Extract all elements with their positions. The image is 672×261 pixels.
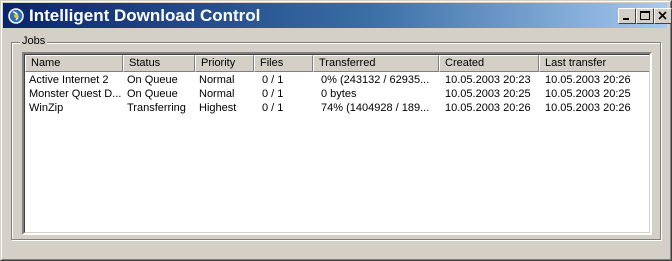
column-header-last-transfer[interactable]: Last transfer bbox=[539, 55, 649, 72]
list-header: Name Status Priority Files Transferred C… bbox=[25, 55, 649, 72]
title-bar[interactable]: Intelligent Download Control bbox=[3, 3, 672, 28]
job-last-transfer: 10.05.2003 20:26 bbox=[545, 74, 631, 86]
jobs-list-frame: Name Status Priority Files Transferred C… bbox=[24, 54, 650, 233]
job-created: 10.05.2003 20:26 bbox=[445, 102, 531, 114]
column-header-transferred[interactable]: Transferred bbox=[313, 55, 439, 72]
column-header-status[interactable]: Status bbox=[123, 55, 195, 72]
job-transferred: 74% (1404928 / 189... bbox=[321, 102, 430, 114]
jobs-list[interactable]: Name Status Priority Files Transferred C… bbox=[22, 52, 652, 235]
table-row[interactable]: WinZip Transferring Highest 0 / 1 74% (1… bbox=[25, 101, 649, 115]
column-header-created[interactable]: Created bbox=[439, 55, 539, 72]
job-name: Active Internet 2 bbox=[29, 74, 109, 86]
job-created: 10.05.2003 20:25 bbox=[445, 88, 531, 100]
job-last-transfer: 10.05.2003 20:25 bbox=[545, 88, 631, 100]
maximize-button[interactable] bbox=[636, 8, 654, 24]
jobs-group-label: Jobs bbox=[20, 35, 48, 48]
job-priority: Normal bbox=[199, 88, 235, 100]
job-status: Transferring bbox=[127, 102, 186, 114]
column-header-priority[interactable]: Priority bbox=[195, 55, 254, 72]
table-row[interactable]: Active Internet 2 On Queue Normal 0 / 1 … bbox=[25, 73, 649, 87]
job-transferred: 0 bytes bbox=[321, 88, 357, 100]
minimize-icon bbox=[623, 18, 629, 20]
job-status: On Queue bbox=[127, 74, 178, 86]
maximize-icon bbox=[640, 11, 650, 20]
job-priority: Highest bbox=[199, 102, 237, 114]
close-button[interactable] bbox=[654, 8, 672, 24]
app-icon bbox=[8, 8, 24, 24]
main-window: Intelligent Download Control Jobs Name S… bbox=[0, 0, 672, 261]
minimize-button[interactable] bbox=[618, 8, 636, 24]
job-status: On Queue bbox=[127, 88, 178, 100]
column-header-files[interactable]: Files bbox=[254, 55, 313, 72]
job-transferred: 0% (243132 / 62935... bbox=[321, 74, 430, 86]
job-name: Monster Quest D... bbox=[29, 88, 122, 100]
column-header-name[interactable]: Name bbox=[25, 55, 123, 72]
job-name: WinZip bbox=[29, 102, 64, 114]
job-created: 10.05.2003 20:23 bbox=[445, 74, 531, 86]
job-files: 0 / 1 bbox=[262, 74, 284, 86]
job-files: 0 / 1 bbox=[262, 102, 284, 114]
job-last-transfer: 10.05.2003 20:26 bbox=[545, 102, 631, 114]
job-priority: Normal bbox=[199, 74, 235, 86]
status-bar bbox=[11, 244, 661, 254]
window-title: Intelligent Download Control bbox=[29, 6, 261, 25]
job-files: 0 / 1 bbox=[262, 88, 284, 100]
table-row[interactable]: Monster Quest D... On Queue Normal 0 / 1… bbox=[25, 87, 649, 101]
close-icon bbox=[658, 11, 667, 20]
